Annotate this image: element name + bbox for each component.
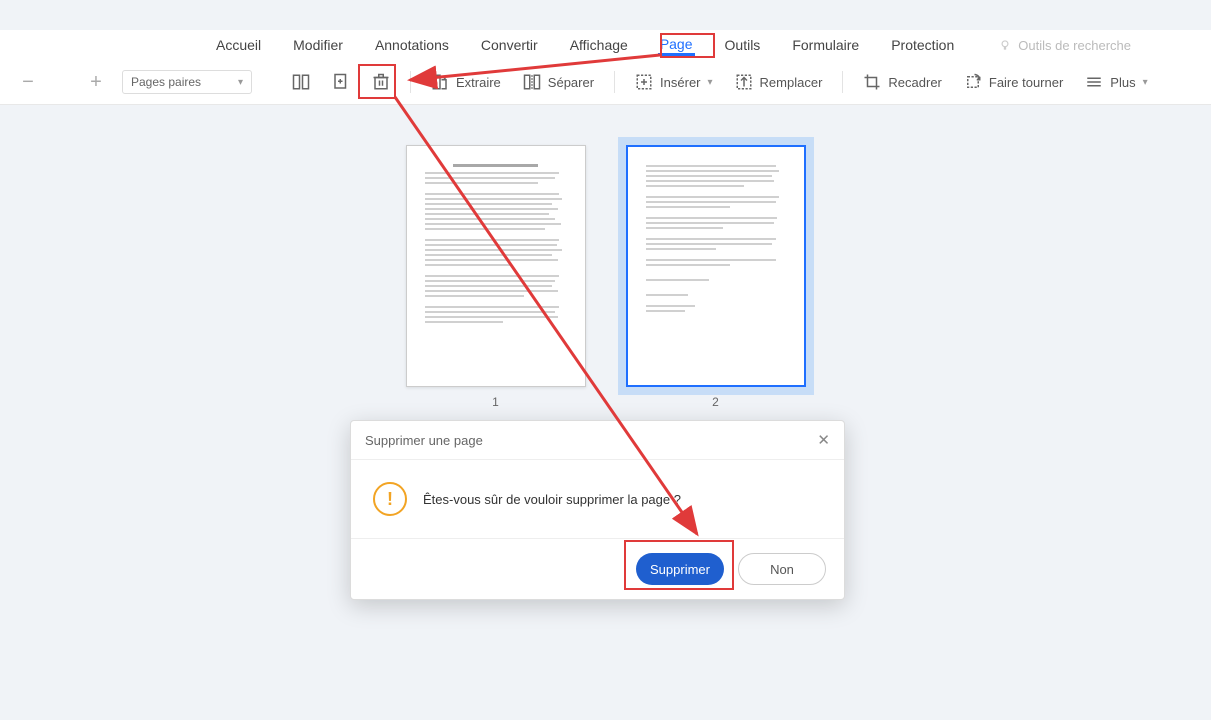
split-label: Séparer <box>548 75 594 90</box>
lightbulb-icon <box>998 38 1012 52</box>
warning-icon: ! <box>373 482 407 516</box>
split-button[interactable]: Séparer <box>515 67 602 97</box>
dialog-message: Êtes-vous sûr de vouloir supprimer la pa… <box>423 492 681 507</box>
chevron-down-icon: ▾ <box>1143 77 1148 88</box>
confirm-delete-button[interactable]: Supprimer <box>636 553 724 585</box>
cancel-button[interactable]: Non <box>738 553 826 585</box>
search-tools[interactable]: Outils de recherche <box>998 38 1131 53</box>
page-filter-label: Pages paires <box>131 75 201 89</box>
crop-icon <box>863 73 881 91</box>
rotate-button[interactable]: Faire tourner <box>956 67 1071 97</box>
more-label: Plus <box>1110 75 1135 90</box>
extract-icon <box>431 73 449 91</box>
more-icon <box>1085 73 1103 91</box>
extract-button[interactable]: Extraire <box>423 67 509 97</box>
replace-icon <box>735 73 753 91</box>
page-thumbnail[interactable] <box>406 145 586 387</box>
insert-button[interactable]: Insérer ▾ <box>627 67 721 97</box>
dialog-title: Supprimer une page <box>365 433 483 448</box>
menu-page[interactable]: Page <box>658 34 695 56</box>
crop-label: Recadrer <box>888 75 941 90</box>
page-thumbnail[interactable] <box>626 145 806 387</box>
split-icon <box>523 73 541 91</box>
crop-button[interactable]: Recadrer <box>855 67 949 97</box>
zoom-out-button[interactable]: − <box>18 71 38 94</box>
more-button[interactable]: Plus ▾ <box>1077 67 1155 97</box>
dialog-header: Supprimer une page ✕ <box>351 421 844 460</box>
chevron-down-icon: ▾ <box>708 77 713 88</box>
top-spacer <box>0 0 1211 30</box>
page-thumb-1[interactable]: 1 <box>406 145 586 409</box>
tool-delete-button[interactable] <box>364 67 398 97</box>
zoom-in-button[interactable]: + <box>86 71 106 94</box>
replace-label: Remplacer <box>760 75 823 90</box>
chevron-down-icon: ▾ <box>238 77 243 88</box>
search-tools-label: Outils de recherche <box>1018 38 1131 53</box>
rotate-icon <box>964 73 982 91</box>
replace-button[interactable]: Remplacer <box>727 67 831 97</box>
layout-grid-icon <box>292 73 310 91</box>
page-filter-select[interactable]: Pages paires ▾ <box>122 70 252 94</box>
rotate-label: Faire tourner <box>989 75 1063 90</box>
page-number: 1 <box>492 395 499 409</box>
toolbar: − + Pages paires ▾ Extraire Séparer <box>0 60 1211 105</box>
menu-protection[interactable]: Protection <box>889 35 956 55</box>
menu-outils[interactable]: Outils <box>723 35 763 55</box>
toolbar-separator <box>410 71 411 93</box>
insert-icon <box>635 73 653 91</box>
menu-affichage[interactable]: Affichage <box>568 35 630 55</box>
menu-bar: Accueil Modifier Annotations Convertir A… <box>0 30 1211 60</box>
extract-label: Extraire <box>456 75 501 90</box>
close-icon[interactable]: ✕ <box>817 431 830 449</box>
trash-icon <box>372 73 390 91</box>
menu-formulaire[interactable]: Formulaire <box>790 35 861 55</box>
tool-thumbs-button[interactable] <box>284 67 318 97</box>
menu-accueil[interactable]: Accueil <box>214 35 263 55</box>
toolbar-separator <box>842 71 843 93</box>
page-plus-icon <box>332 73 350 91</box>
page-number: 2 <box>712 395 719 409</box>
menu-annotations[interactable]: Annotations <box>373 35 451 55</box>
menu-convertir[interactable]: Convertir <box>479 35 540 55</box>
page-thumb-2[interactable]: 2 <box>626 145 806 409</box>
insert-label: Insérer <box>660 75 700 90</box>
page-thumbnail-grid: 1 2 <box>0 145 1211 409</box>
delete-page-dialog: Supprimer une page ✕ ! Êtes-vous sûr de … <box>350 420 845 600</box>
menu-modifier[interactable]: Modifier <box>291 35 345 55</box>
tool-insert-blank-button[interactable] <box>324 67 358 97</box>
toolbar-separator <box>614 71 615 93</box>
